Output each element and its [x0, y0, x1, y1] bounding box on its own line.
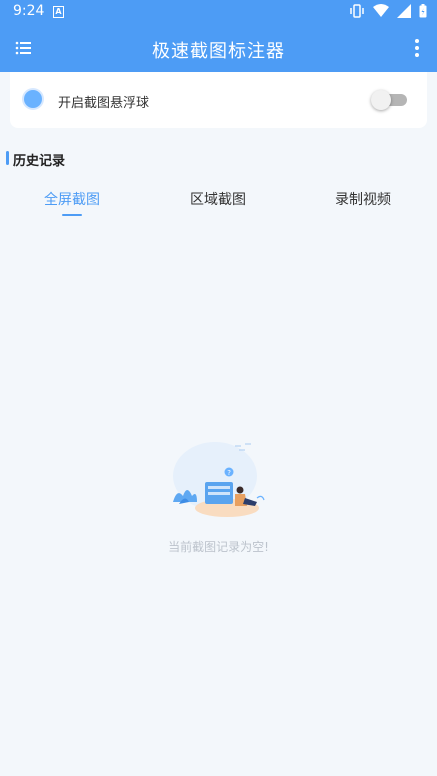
float-ball-label: 开启截图悬浮球 [58, 96, 150, 111]
tab-region[interactable]: 区域截图 [158, 189, 278, 209]
wifi-icon [373, 4, 389, 17]
tab-record-video[interactable]: 录制视频 [303, 189, 423, 209]
notification-a-icon: A [53, 6, 64, 18]
vibrate-icon [350, 4, 364, 18]
more-vert-icon[interactable] [413, 37, 421, 59]
app-bar: 极速截图标注器 [0, 24, 437, 72]
tab-fullscreen[interactable]: 全屏截图 [12, 189, 132, 209]
status-bar: 9:24 A [0, 0, 437, 24]
history-tabs: 全屏截图 区域截图 录制视频 [0, 186, 437, 222]
svg-text:?: ? [227, 469, 231, 477]
toggle-knob [371, 90, 391, 110]
battery-icon [419, 4, 427, 18]
float-ball-icon [24, 90, 42, 108]
signal-icon [397, 4, 411, 18]
empty-state-illustration: ? [173, 442, 265, 517]
history-accent-bar [6, 151, 9, 165]
history-title: 历史记录 [13, 154, 66, 169]
empty-state-message: 当前截图记录为空! [168, 540, 269, 554]
tab-indicator [62, 214, 82, 216]
status-time: 9:24 [13, 3, 45, 19]
float-ball-toggle[interactable] [371, 90, 407, 110]
status-icons [349, 4, 427, 18]
float-ball-card: 开启截图悬浮球 [10, 72, 427, 128]
app-title: 极速截图标注器 [152, 41, 285, 62]
